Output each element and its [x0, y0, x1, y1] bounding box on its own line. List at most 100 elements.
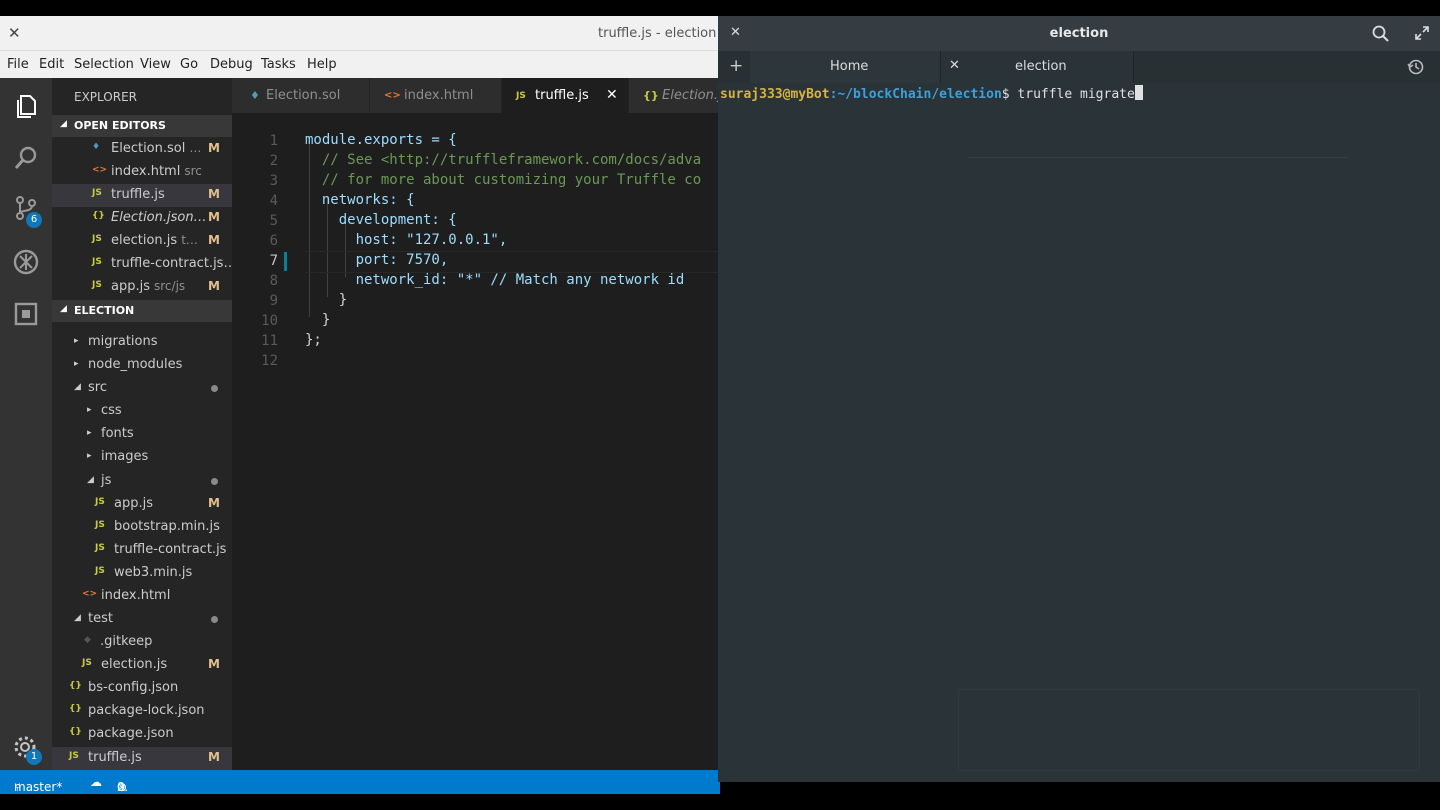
tree-file[interactable]: JS election.js M: [52, 654, 232, 677]
modified-badge: M: [208, 210, 220, 224]
tree-file-active[interactable]: JS truffle.js M: [52, 747, 232, 770]
tree-folder[interactable]: ◢ test: [52, 608, 232, 631]
file-name: app.js: [114, 496, 153, 511]
menu-go[interactable]: Go: [180, 57, 198, 72]
file-name: truffle.js: [88, 750, 142, 765]
tree-file[interactable]: JS truffle-contract.js: [52, 539, 232, 562]
folder-name: test: [88, 611, 113, 626]
tree-folder[interactable]: ▸ migrations: [52, 331, 232, 354]
tree-folder[interactable]: ◢ js: [52, 470, 232, 493]
chevron-right-icon: ▸: [74, 359, 79, 369]
file-desc: …: [189, 141, 202, 155]
search-icon[interactable]: [12, 144, 40, 172]
code-line: host: "127.0.0.1",: [305, 232, 508, 248]
prompt-path: :~/blockChain/election: [829, 87, 1002, 102]
tab-label: index.html: [404, 88, 474, 103]
folder-name: images: [101, 449, 149, 464]
tab-election-sol[interactable]: ♦ Election.sol: [232, 78, 370, 113]
open-editors-title: OPEN EDITORS: [74, 119, 166, 132]
tree-file[interactable]: {} package-lock.json: [52, 700, 232, 723]
folder-name: node_modules: [88, 357, 183, 372]
window-close-button[interactable]: ✕: [8, 24, 21, 42]
menu-help[interactable]: Help: [307, 57, 337, 72]
status-bar: ⑂ master* ☁ ⊗ 0 ⚠ 0: [0, 770, 720, 794]
open-editor-item[interactable]: ♦ Election.sol… M: [52, 138, 232, 161]
chevron-down-icon: ◢: [74, 613, 81, 623]
menu-selection[interactable]: Selection: [74, 57, 134, 72]
modified-line-gutter: [284, 252, 287, 271]
open-editor-item[interactable]: <> index.html src: [52, 161, 232, 184]
terminal-tab-election[interactable]: ✕ election: [941, 51, 1134, 83]
history-icon[interactable]: [1407, 58, 1425, 76]
tree-file[interactable]: <> index.html: [52, 585, 232, 608]
explorer-title: EXPLORER: [74, 90, 137, 104]
window-title: truffle.js - election -: [598, 26, 720, 41]
solidity-file-icon: ♦: [250, 89, 260, 102]
debug-icon[interactable]: [12, 248, 40, 276]
line-number: 12: [261, 353, 278, 369]
tree-file[interactable]: JS app.js M: [52, 493, 232, 516]
html-file-icon: <>: [384, 90, 401, 101]
file-name: truffle-contract.js: [114, 542, 227, 557]
file-name: package-lock.json: [88, 703, 205, 718]
tree-file[interactable]: {} package.json: [52, 723, 232, 746]
tree-folder[interactable]: ▸ node_modules: [52, 354, 232, 377]
open-editor-item[interactable]: {} Election.json… M: [52, 207, 232, 230]
modified-dot: [211, 478, 218, 485]
js-file-icon: JS: [82, 658, 92, 668]
tab-election-json[interactable]: {} Election.j: [629, 78, 720, 113]
tab-truffle-js[interactable]: JS truffle.js ✕: [502, 78, 629, 113]
menu-file[interactable]: File: [7, 57, 29, 72]
terminal-tab-home[interactable]: Home: [750, 51, 941, 83]
settings-gear-icon[interactable]: 1: [12, 734, 42, 765]
explorer-icon[interactable]: [12, 92, 40, 120]
open-editor-item[interactable]: JS election.js t… M: [52, 230, 232, 253]
js-file-icon: JS: [95, 520, 105, 530]
tree-folder[interactable]: ▸ images: [52, 446, 232, 469]
menu-debug[interactable]: Debug: [210, 57, 253, 72]
file-name: web3.min.js: [114, 565, 193, 580]
tree-file[interactable]: JS bootstrap.min.js: [52, 516, 232, 539]
chevron-down-icon: ◢: [87, 475, 94, 485]
tree-file[interactable]: ◆ .gitkeep: [52, 631, 232, 654]
file-name: index.html: [101, 588, 171, 603]
menu-view[interactable]: View: [140, 57, 171, 72]
open-editor-item[interactable]: JS app.js src/js M: [52, 276, 232, 299]
command-input[interactable]: truffle migrate: [1010, 87, 1134, 102]
tab-close-icon[interactable]: ✕: [949, 58, 960, 73]
tree-folder[interactable]: ▸ css: [52, 400, 232, 423]
chevron-right-icon: ▸: [87, 451, 92, 461]
file-name: index.html: [111, 164, 181, 179]
code-line: development: {: [305, 212, 457, 228]
open-editor-item-active[interactable]: JS truffle.js M: [52, 184, 232, 207]
terminal-output[interactable]: suraj333@myBot:~/blockChain/election$ tr…: [718, 83, 1440, 782]
open-editor-item[interactable]: JS truffle-contract.js…: [52, 253, 232, 276]
tab-index-html[interactable]: <> index.html: [370, 78, 502, 113]
explorer-sidebar: EXPLORER ◢ OPEN EDITORS ♦ Election.sol… …: [52, 78, 232, 770]
maximize-icon[interactable]: [1415, 26, 1429, 40]
tree-folder[interactable]: ▸ fonts: [52, 423, 232, 446]
project-header[interactable]: ◢ ELECTION: [52, 300, 232, 322]
code-editor[interactable]: 1 2 3 4 5 6 7 8 9 10 11 12 module.export…: [232, 113, 720, 770]
tab-close-icon[interactable]: ✕: [606, 87, 618, 103]
source-control-icon[interactable]: 6: [12, 194, 42, 228]
new-tab-icon[interactable]: +: [729, 56, 743, 76]
menu-edit[interactable]: Edit: [39, 57, 64, 72]
menubar: File Edit Selection View Go Debug Tasks …: [0, 50, 720, 79]
tree-file[interactable]: {} bs-config.json: [52, 677, 232, 700]
tab-label: election: [1015, 59, 1067, 74]
menu-tasks[interactable]: Tasks: [261, 57, 296, 72]
terminal-search-icon[interactable]: [1372, 25, 1390, 43]
sync-icon[interactable]: ☁: [90, 775, 102, 789]
extensions-icon[interactable]: [12, 300, 40, 328]
folder-name: fonts: [101, 426, 134, 441]
open-editors-header[interactable]: ◢ OPEN EDITORS: [52, 115, 232, 137]
tree-folder[interactable]: ◢ src: [52, 377, 232, 400]
tree-file[interactable]: JS web3.min.js: [52, 562, 232, 585]
code-line: port: 7570,: [305, 252, 449, 268]
folder-name: src: [88, 380, 107, 395]
file-name: election.js: [111, 233, 178, 248]
ghost-overlay: [958, 689, 1420, 771]
gitkeep-file-icon: ◆: [84, 635, 91, 645]
code-line: // for more about customizing your Truff…: [305, 172, 702, 188]
